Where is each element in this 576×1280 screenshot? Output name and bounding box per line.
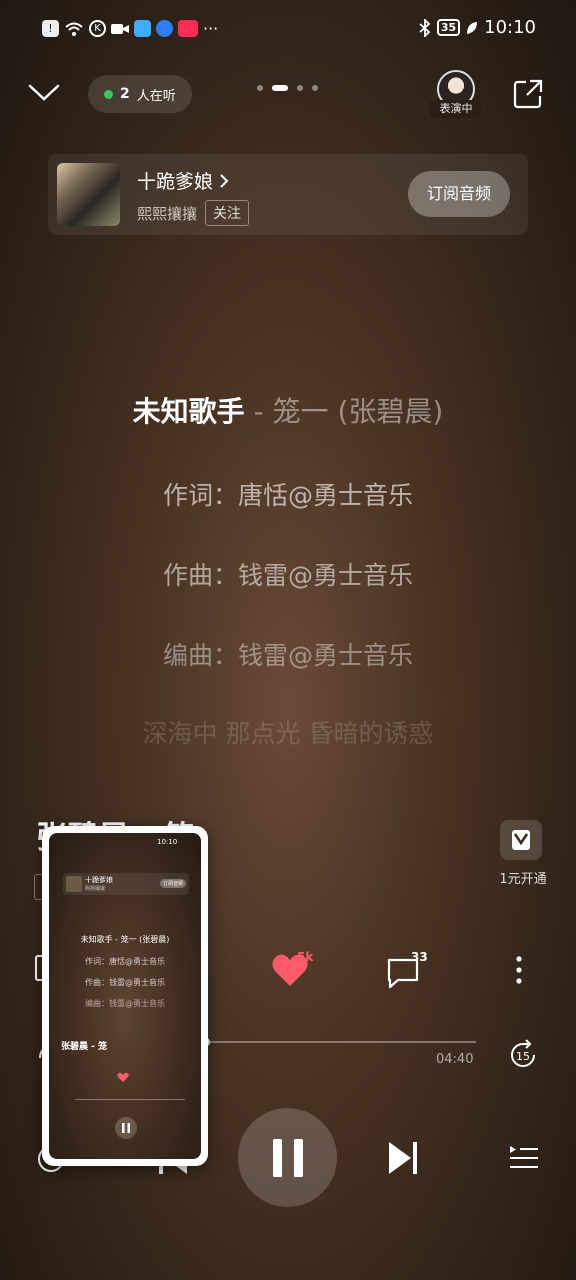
chevron-right-icon bbox=[220, 173, 229, 188]
listeners-count: 2 bbox=[120, 86, 130, 102]
thumb-lyric-title: 未知歌手 - 笼一 (张碧晨) bbox=[80, 935, 170, 944]
video-icon bbox=[111, 23, 129, 34]
lyric-line: 作词：唐恬@勇士音乐 bbox=[162, 481, 413, 510]
progress-bar[interactable] bbox=[200, 1041, 476, 1043]
k-icon: K bbox=[89, 20, 106, 37]
comment-count: 33 bbox=[411, 950, 428, 964]
vip-icon bbox=[512, 830, 530, 850]
lyric-title-artist: 未知歌手 bbox=[132, 395, 245, 428]
status-icons-right: 35 10:10 bbox=[419, 17, 536, 38]
alert-icon: ! bbox=[42, 20, 59, 37]
page-dot bbox=[272, 85, 288, 91]
clock: 10:10 bbox=[484, 17, 536, 38]
page-indicator bbox=[257, 85, 318, 91]
more-vertical-icon[interactable] bbox=[510, 950, 528, 990]
thumb-play-button bbox=[115, 1117, 137, 1139]
lyric-title-rest: - 笼一 (张碧晨) bbox=[244, 395, 444, 428]
thumb-album-card: 十跪爹娘 熙熙攘攘 订阅音频 bbox=[63, 873, 189, 895]
page-dot bbox=[312, 85, 318, 91]
thumb-lyric-line: 编曲：钱雷@勇士音乐 bbox=[85, 999, 165, 1008]
playlist-icon[interactable] bbox=[508, 1142, 540, 1174]
screenshot-thumbnail[interactable]: 10:10 十跪爹娘 熙熙攘攘 订阅音频 未知歌手 - 笼一 (张碧晨) 作词：… bbox=[42, 826, 208, 1166]
status-bar: ! K ··· 35 10:10 bbox=[0, 0, 576, 58]
album-title-link[interactable]: 十跪爹娘 bbox=[137, 167, 229, 194]
album-card[interactable]: 十跪爹娘 熙熙攘攘 关注 订阅音频 bbox=[48, 154, 528, 235]
duration: 04:40 bbox=[436, 1052, 474, 1067]
lyric-line: 深海中 那点光 昏暗的诱惑 bbox=[142, 719, 434, 748]
thumb-album-title: 十跪爹娘 bbox=[85, 876, 113, 884]
subscribe-audio-button[interactable]: 订阅音频 bbox=[408, 171, 510, 217]
share-icon[interactable] bbox=[512, 78, 544, 110]
thumb-progress-bar bbox=[75, 1099, 185, 1100]
listeners-text: 人在听 bbox=[136, 88, 176, 104]
thumb-album-cover bbox=[66, 876, 82, 892]
like-count: 5k bbox=[297, 950, 314, 964]
album-artist-row: 熙熙攘攘 关注 bbox=[137, 200, 250, 226]
chevron-down-icon[interactable] bbox=[28, 80, 60, 104]
battery-level: 35 bbox=[436, 19, 461, 36]
performing-tag: 表演中 bbox=[430, 100, 482, 118]
leaf-icon bbox=[467, 21, 478, 34]
online-dot bbox=[104, 89, 113, 99]
bluetooth-icon bbox=[419, 18, 431, 37]
play-pause-button[interactable] bbox=[238, 1108, 337, 1207]
thumb-lyric-line: 作曲：钱雷@勇士音乐 bbox=[85, 978, 165, 987]
thumb-lyric-line: 作词：唐恬@勇士音乐 bbox=[85, 957, 165, 966]
page-dot bbox=[257, 85, 263, 91]
thumb-album-artist: 熙熙攘攘 bbox=[85, 886, 106, 892]
forward-seconds: 15 bbox=[516, 1050, 530, 1063]
top-bar: 2 人在听 表演中 bbox=[0, 66, 576, 122]
lyric-line: 编曲：钱雷@勇士音乐 bbox=[162, 641, 413, 670]
vip-badge[interactable] bbox=[500, 820, 542, 860]
wifi-icon bbox=[65, 22, 83, 36]
thumb-pause-icon bbox=[122, 1123, 130, 1133]
app-icon bbox=[134, 20, 151, 37]
album-cover bbox=[57, 163, 120, 226]
pause-icon bbox=[273, 1139, 303, 1177]
thumb-subscribe: 订阅音频 bbox=[160, 879, 187, 888]
album-title: 十跪爹娘 bbox=[137, 171, 214, 193]
page-dot bbox=[297, 85, 303, 91]
forward-15-icon[interactable]: 15 bbox=[506, 1038, 540, 1072]
follow-button[interactable]: 关注 bbox=[205, 200, 250, 226]
next-icon[interactable] bbox=[386, 1138, 420, 1178]
lyric-title: 未知歌手 - 笼一 (张碧晨) bbox=[0, 390, 576, 430]
more-icon: ··· bbox=[203, 19, 219, 38]
vip-label[interactable]: 1元开通 bbox=[488, 868, 558, 887]
app-icon bbox=[156, 20, 173, 37]
thumbnail-preview: 10:10 十跪爹娘 熙熙攘攘 订阅音频 未知歌手 - 笼一 (张碧晨) 作词：… bbox=[49, 833, 201, 1159]
album-artist[interactable]: 熙熙攘攘 bbox=[137, 203, 197, 224]
thumb-heart-icon bbox=[117, 1072, 129, 1082]
lyric-line: 作曲：钱雷@勇士音乐 bbox=[162, 561, 413, 590]
status-icons-left: ! K ··· bbox=[42, 19, 218, 38]
listeners-pill[interactable]: 2 人在听 bbox=[88, 75, 192, 113]
app-icon bbox=[178, 20, 198, 37]
performer-avatar[interactable]: 表演中 bbox=[430, 70, 482, 122]
thumb-song-title: 张碧晨 - 笼 bbox=[61, 1042, 108, 1052]
thumb-time: 10:10 bbox=[157, 838, 178, 846]
